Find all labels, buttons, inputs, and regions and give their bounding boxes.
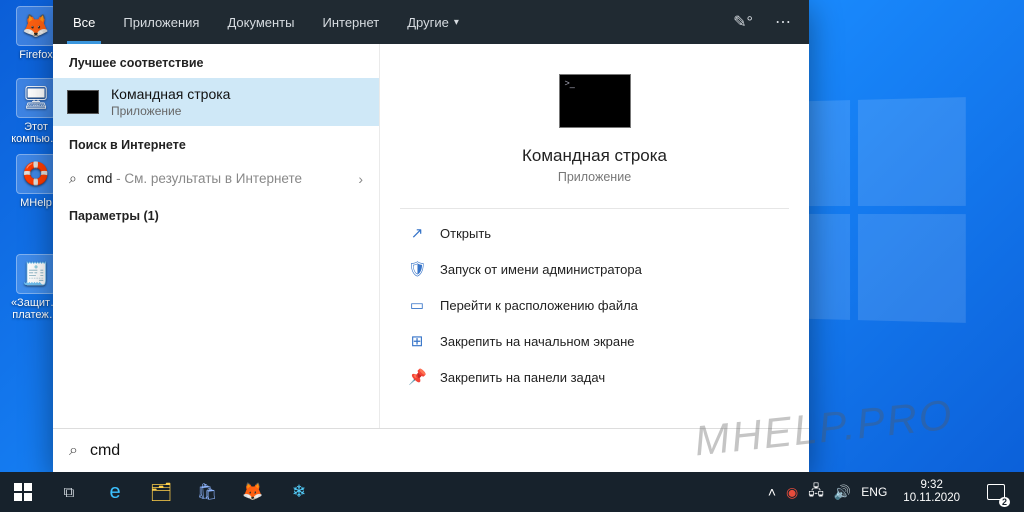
monitor-icon: 🖥 [16,78,56,118]
tray-security-icon[interactable]: ◉ [786,484,798,501]
action-pin-taskbar[interactable]: 📌 Закрепить на панели задач [380,359,809,395]
more-options-icon[interactable]: ⋯ [763,0,803,44]
taskbar-edge[interactable]: e [92,472,138,512]
best-match-item[interactable]: Командная строка Приложение [53,78,379,126]
system-tray: ˄ ◉ 🖧 🔊 ENG 9:32 10.11.2020 2 [760,472,1024,512]
pin-start-icon: ⊞ [408,332,426,350]
search-input[interactable] [90,442,793,460]
web-search-header: Поиск в Интернете [53,126,379,160]
tray-language[interactable]: ENG [861,485,887,499]
tray-chevron-up-icon[interactable]: ˄ [768,484,776,500]
tray-time: 9:32 [903,479,960,492]
open-icon: ↗ [408,224,426,242]
tab-documents[interactable]: Документы [213,0,308,44]
search-icon: ⌕ [69,170,77,187]
preview-subtitle: Приложение [380,170,809,184]
action-label: Запуск от имени администратора [440,262,642,277]
best-match-header: Лучшее соответствие [53,44,379,78]
tab-more[interactable]: Другие [393,0,473,44]
shield-icon: 🛡 [408,260,426,278]
web-search-text: cmd - См. результаты в Интернете [87,171,348,186]
tray-date: 10.11.2020 [903,492,960,505]
pin-taskbar-icon: 📌 [408,368,426,386]
taskbar-explorer[interactable]: 🗂 [138,472,184,512]
web-search-item[interactable]: ⌕ cmd - См. результаты в Интернете › [53,160,379,197]
tab-all[interactable]: Все [59,0,109,44]
best-match-title: Командная строка [111,86,230,102]
action-label: Открыть [440,226,491,241]
firefox-icon: 🦊 [16,6,56,46]
divider [400,208,789,209]
results-list: Лучшее соответствие Командная строка При… [53,44,380,428]
search-tabs: Все Приложения Документы Интернет Другие… [53,0,809,44]
preview-actions: ↗ Открыть 🛡 Запуск от имени администратора… [380,211,809,399]
taskbar-store[interactable]: 🛍 [184,472,230,512]
windows-logo-icon [14,483,32,501]
document-icon: 🧾 [16,254,56,294]
taskbar: ⧉ e 🗂 🛍 🦊 ❄ ˄ ◉ 🖧 🔊 ENG 9:32 10.11.2020 … [0,472,1024,512]
action-pin-start[interactable]: ⊞ Закрепить на начальном экране [380,323,809,359]
cmd-icon [67,90,99,114]
help-icon: 🛟 [16,154,56,194]
action-open[interactable]: ↗ Открыть [380,215,809,251]
feedback-icon[interactable]: ✎° [723,0,763,44]
folder-icon: ▭ [408,296,426,314]
task-view-button[interactable]: ⧉ [46,472,92,512]
start-search-panel: Все Приложения Документы Интернет Другие… [53,0,809,472]
search-bar[interactable]: ⌕ [53,428,809,472]
result-preview: Командная строка Приложение ↗ Открыть 🛡 За… [380,44,809,428]
action-label: Закрепить на панели задач [440,370,605,385]
tab-web[interactable]: Интернет [308,0,393,44]
preview-cmd-icon [559,74,631,128]
tray-network-icon[interactable]: 🖧 [808,480,824,504]
notification-count: 2 [999,497,1010,507]
search-icon: ⌕ [69,442,78,460]
chevron-right-icon[interactable]: › [358,171,363,187]
tray-clock[interactable]: 9:32 10.11.2020 [897,479,966,505]
tray-volume-icon[interactable]: 🔊 [834,484,851,501]
start-button[interactable] [0,472,46,512]
taskbar-app[interactable]: ❄ [276,472,322,512]
action-label: Закрепить на начальном экране [440,334,635,349]
preview-title: Командная строка [380,146,809,166]
best-match-subtitle: Приложение [111,104,230,118]
taskbar-firefox[interactable]: 🦊 [230,472,276,512]
action-center-button[interactable]: 2 [976,472,1016,512]
action-label: Перейти к расположению файла [440,298,638,313]
settings-header[interactable]: Параметры (1) [53,197,379,231]
tab-apps[interactable]: Приложения [109,0,213,44]
action-open-location[interactable]: ▭ Перейти к расположению файла [380,287,809,323]
action-run-admin[interactable]: 🛡 Запуск от имени администратора [380,251,809,287]
